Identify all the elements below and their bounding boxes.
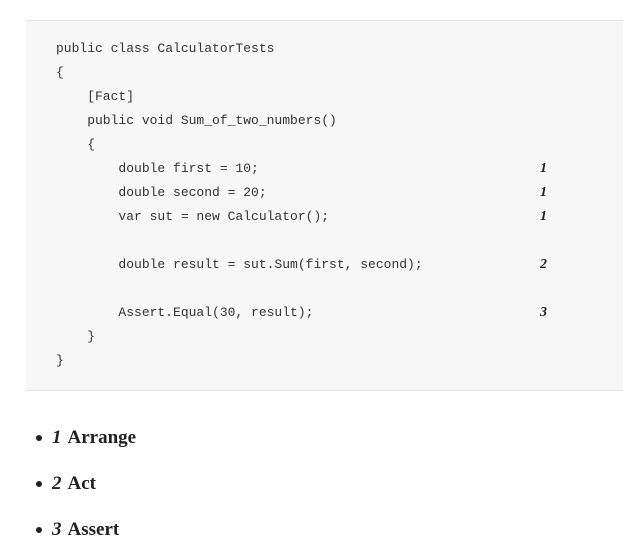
- legend-item-assert: 3 Assert: [36, 507, 136, 553]
- code-line: {: [56, 65, 64, 80]
- legend-label: Arrange: [67, 427, 137, 448]
- code-line: }: [56, 329, 96, 344]
- bullet-icon: [36, 527, 42, 533]
- legend-list: 1 Arrange 2 Act 3 Assert: [36, 415, 136, 553]
- annotation-marker-arrange: 1: [540, 209, 547, 224]
- legend-item-arrange: 1 Arrange: [36, 415, 136, 461]
- annotation-marker-arrange: 1: [540, 185, 547, 200]
- code-line: }: [56, 353, 64, 368]
- legend-item-act: 2 Act: [36, 461, 136, 507]
- code-line: [Fact]: [56, 89, 135, 104]
- code-line: var sut = new Calculator();: [56, 209, 330, 224]
- code-line: {: [56, 137, 96, 152]
- annotation-marker-assert: 3: [540, 305, 547, 320]
- code-line: double first = 10;: [56, 161, 259, 176]
- legend-number: 3: [52, 519, 62, 540]
- bullet-icon: [36, 481, 42, 487]
- code-block: public class CalculatorTests { [Fact] pu…: [26, 20, 623, 391]
- code-line: Assert.Equal(30, result);: [56, 305, 314, 320]
- bullet-icon: [36, 435, 42, 441]
- annotation-marker-act: 2: [540, 257, 547, 272]
- code-line: double second = 20;: [56, 185, 267, 200]
- code-line: public class CalculatorTests: [56, 41, 275, 56]
- code-line: double result = sut.Sum(first, second);: [56, 257, 423, 272]
- legend-label: Assert: [67, 519, 120, 540]
- legend-number: 1: [52, 427, 62, 448]
- code-line: public void Sum_of_two_numbers(): [56, 113, 337, 128]
- legend-label: Act: [67, 473, 96, 494]
- annotation-marker-arrange: 1: [540, 161, 547, 176]
- legend-number: 2: [52, 473, 62, 494]
